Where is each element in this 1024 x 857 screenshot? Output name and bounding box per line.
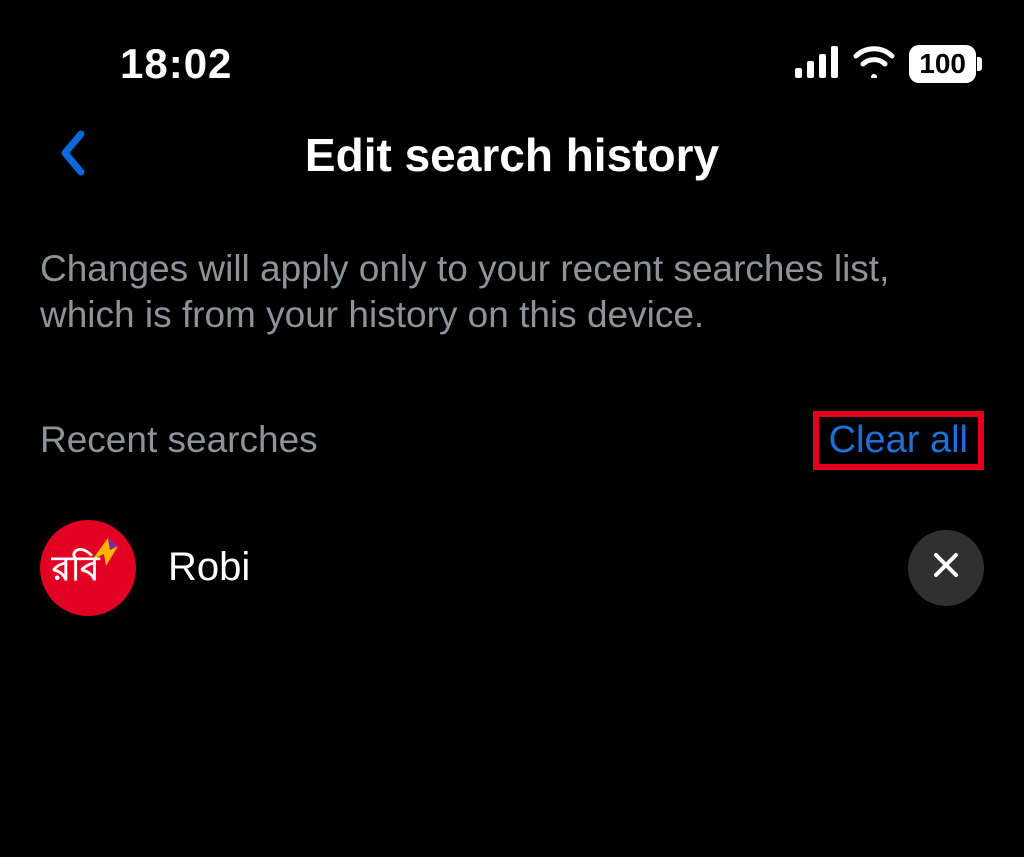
list-item[interactable]: রবি Robi	[40, 518, 984, 618]
battery-indicator: 100	[909, 45, 976, 83]
remove-item-button[interactable]	[908, 530, 984, 606]
clear-all-button[interactable]: Clear all	[829, 419, 968, 462]
clear-all-highlight: Clear all	[813, 411, 984, 470]
page-title: Edit search history	[0, 128, 1024, 182]
chevron-left-icon	[59, 130, 85, 181]
cellular-signal-icon	[795, 46, 839, 83]
description-text: Changes will apply only to your recent s…	[0, 210, 1024, 339]
nav-bar: Edit search history	[0, 100, 1024, 210]
search-history-list: রবি Robi	[0, 518, 1024, 618]
item-name: Robi	[168, 545, 876, 590]
wifi-icon	[853, 46, 895, 83]
avatar: রবি	[40, 520, 136, 616]
back-button[interactable]	[52, 125, 92, 185]
status-bar: 18:02 100	[0, 0, 1024, 92]
status-indicators: 100	[795, 45, 976, 83]
section-header: Recent searches Clear all	[0, 411, 1024, 470]
close-icon	[931, 550, 961, 585]
recent-searches-label: Recent searches	[40, 419, 318, 461]
avatar-text: রবি	[52, 543, 99, 600]
status-time: 18:02	[120, 40, 232, 88]
